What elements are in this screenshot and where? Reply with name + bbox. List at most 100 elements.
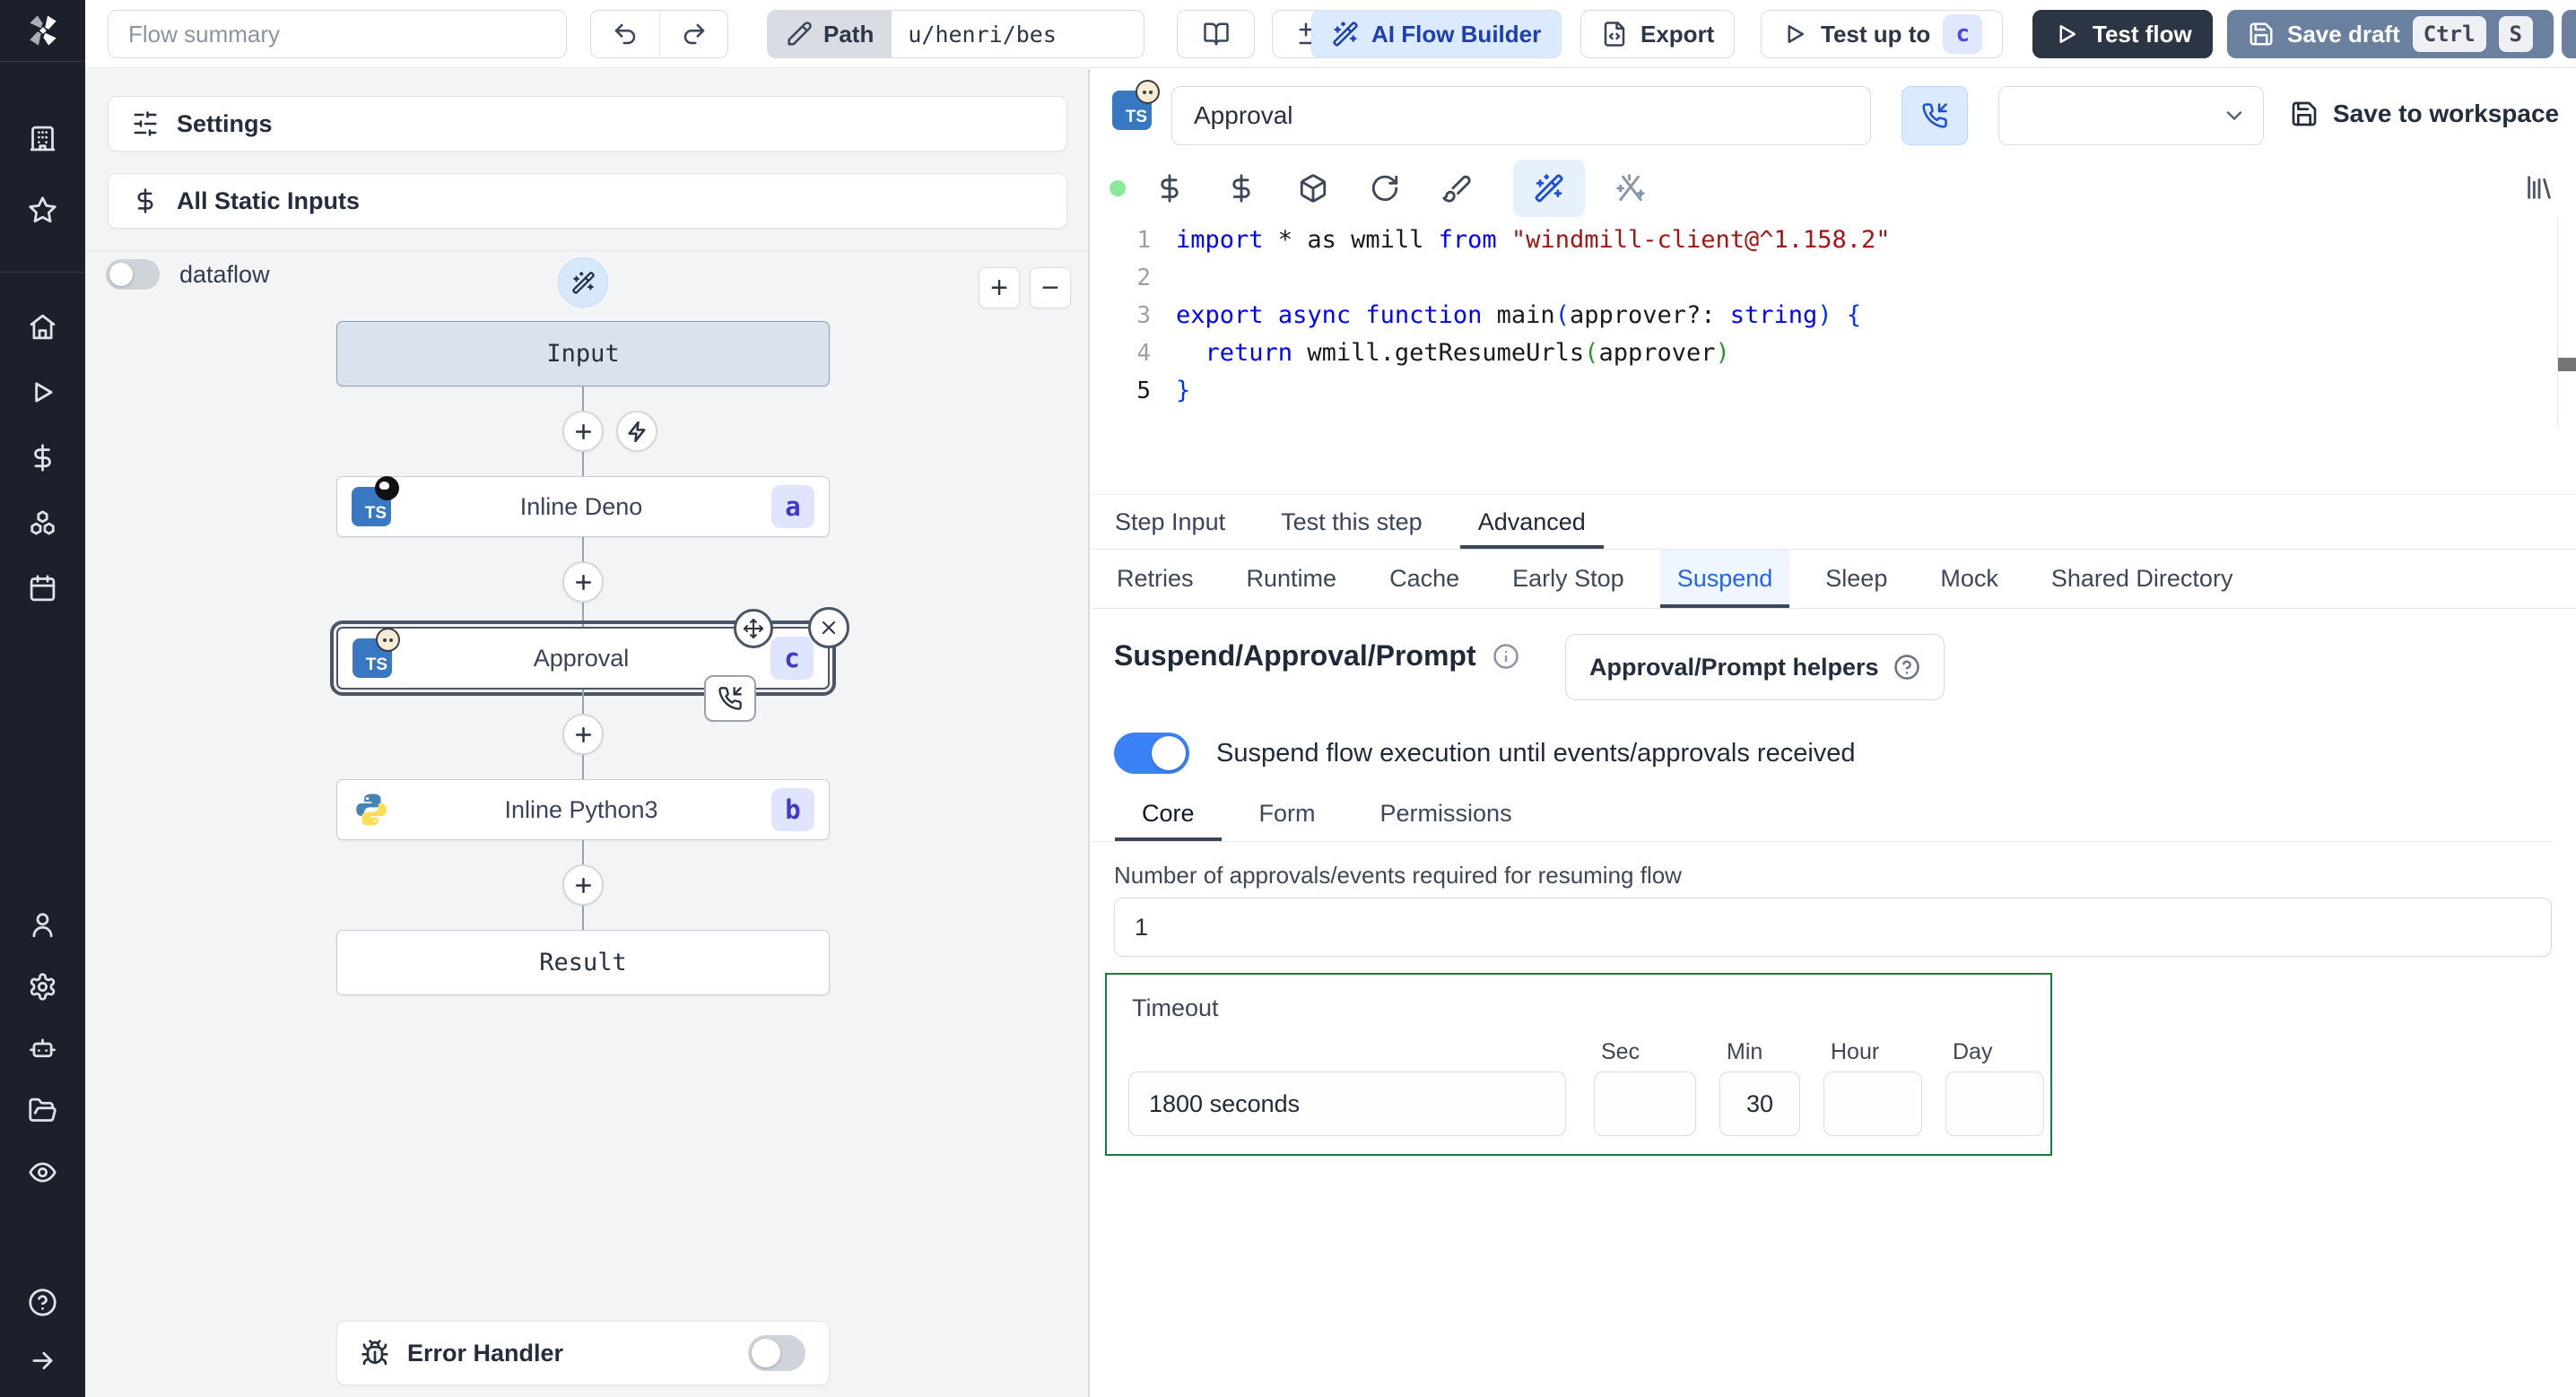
stab-early-stop[interactable]: Early Stop xyxy=(1495,550,1641,608)
graph-ai-button[interactable] xyxy=(558,257,608,308)
flow-summary-input[interactable] xyxy=(108,10,567,58)
flow-step-inline-python3[interactable]: Inline Python3 b xyxy=(336,779,830,840)
insert-step-button[interactable] xyxy=(562,561,604,603)
timeout-day-input[interactable] xyxy=(1945,1072,2044,1136)
timeout-sec-input[interactable] xyxy=(1594,1072,1696,1136)
sidebar-item-bot[interactable] xyxy=(0,1033,85,1063)
approvals-count-input[interactable] xyxy=(1114,898,2552,957)
ctab-core[interactable]: Core xyxy=(1115,786,1222,841)
sidebar-item-folder[interactable] xyxy=(0,1095,85,1125)
sidebar-item-play[interactable] xyxy=(0,377,85,407)
editor-tool-dollar[interactable] xyxy=(1226,160,1257,217)
zoom-in-button[interactable]: + xyxy=(979,267,1020,308)
graph-connector xyxy=(336,386,830,476)
library-icon[interactable] xyxy=(2524,172,2554,203)
ctab-form[interactable]: Form xyxy=(1232,786,1343,841)
undo-button[interactable] xyxy=(591,11,659,57)
editor-tool-brush[interactable] xyxy=(1441,160,1472,217)
test-up-to-button[interactable]: Test up to c xyxy=(1761,10,2004,58)
delete-step-button[interactable] xyxy=(808,607,849,648)
timeout-hour-input[interactable] xyxy=(1823,1072,1922,1136)
stab-sleep[interactable]: Sleep xyxy=(1808,550,1904,608)
error-handler-card[interactable]: Error Handler xyxy=(336,1321,830,1385)
path-button[interactable]: Path u/henri/bes xyxy=(767,10,1144,58)
code-line: return wmill.getResumeUrls(approver) xyxy=(1205,339,1730,367)
editor-tool-package[interactable] xyxy=(1298,160,1328,217)
sidebar-item-settings[interactable] xyxy=(0,971,85,1002)
editor-code: import * as wmill from "windmill-client@… xyxy=(1171,218,2576,426)
suspend-toggle-row: Suspend flow execution until events/appr… xyxy=(1114,733,1856,774)
editor-tool-sparkles[interactable] xyxy=(1615,160,1646,217)
sidebar-item-star[interactable] xyxy=(0,195,85,225)
editor-tool-wand[interactable] xyxy=(1513,160,1585,217)
mtab-advanced[interactable]: Advanced xyxy=(1460,495,1604,549)
sidebar-item-dollar[interactable] xyxy=(0,442,85,473)
flow-step-inline-deno[interactable]: TS Inline Deno a xyxy=(336,476,830,537)
step-title: Inline Python3 xyxy=(504,795,658,823)
step-options-select[interactable] xyxy=(1998,86,2264,145)
mtab-test-this-step[interactable]: Test this step xyxy=(1263,495,1440,549)
language-status-dot xyxy=(1110,180,1126,196)
suspend-toggle[interactable] xyxy=(1114,733,1189,774)
editor-tool-refresh[interactable] xyxy=(1370,160,1400,217)
insert-step-button[interactable] xyxy=(562,714,604,755)
insert-step-button[interactable] xyxy=(562,864,604,906)
error-handler-toggle[interactable] xyxy=(748,1335,805,1371)
save-draft-button[interactable]: Save draft Ctrl S xyxy=(2227,10,2554,58)
info-icon[interactable] xyxy=(1493,643,1519,670)
stab-suspend[interactable]: Suspend xyxy=(1659,550,1790,608)
export-button[interactable]: Export xyxy=(1580,10,1736,58)
approvals-count-label: Number of approvals/events required for … xyxy=(1114,862,1682,889)
move-step-button[interactable] xyxy=(734,609,773,648)
ai-flow-builder-button[interactable]: AI Flow Builder xyxy=(1311,10,1562,58)
mtab-step-input[interactable]: Step Input xyxy=(1097,495,1243,549)
stab-runtime[interactable]: Runtime xyxy=(1230,550,1354,608)
redo-button[interactable] xyxy=(659,11,727,57)
dollar-icon xyxy=(132,187,159,214)
suspend-phone-button[interactable] xyxy=(1902,86,1968,145)
stab-retries[interactable]: Retries xyxy=(1100,550,1211,608)
sidebar-item-calendar[interactable] xyxy=(0,573,85,603)
sidebar-item-collapse[interactable] xyxy=(0,1345,85,1375)
stab-mock[interactable]: Mock xyxy=(1923,550,2015,608)
flow-input-node[interactable]: Input xyxy=(336,321,830,386)
sidebar-item-user[interactable] xyxy=(0,909,85,940)
docs-button[interactable] xyxy=(1177,10,1255,58)
redo-icon xyxy=(681,21,708,48)
stab-shared-directory[interactable]: Shared Directory xyxy=(2034,550,2250,608)
test-flow-button[interactable]: Test flow xyxy=(2032,10,2213,58)
deploy-button-partial[interactable] xyxy=(2562,10,2576,58)
trigger-button[interactable] xyxy=(616,411,657,452)
dataflow-toggle[interactable] xyxy=(106,259,160,290)
test-up-to-step-badge: c xyxy=(1943,14,1983,54)
sidebar-item-building[interactable] xyxy=(0,123,85,153)
advanced-tabs: Retries Runtime Cache Early Stop Suspend Slee… xyxy=(1092,550,2576,609)
step-name-input[interactable] xyxy=(1171,86,1871,145)
flow-result-node[interactable]: Result xyxy=(336,930,830,995)
save-to-workspace-button[interactable]: Save to workspace xyxy=(2290,100,2559,128)
bolt-icon xyxy=(626,421,648,443)
suspend-heading-row: Suspend/Approval/Prompt xyxy=(1114,639,1519,672)
insert-step-button[interactable] xyxy=(562,411,604,452)
timeout-unit-labels: Sec Min Hour Day xyxy=(1594,1039,2044,1065)
zoom-out-button[interactable]: − xyxy=(1030,267,1071,308)
flow-step-approval[interactable]: TS Approval c xyxy=(330,607,849,722)
stab-cache[interactable]: Cache xyxy=(1372,550,1476,608)
minimap-slider[interactable] xyxy=(2558,358,2576,371)
code-editor[interactable]: 1 2 3 4 5 import * as wmill from "windmill-c… xyxy=(1092,218,2576,426)
ctab-permissions[interactable]: Permissions xyxy=(1353,786,1539,841)
sidebar-item-help[interactable] xyxy=(0,1287,85,1317)
sidebar-item-boxes[interactable] xyxy=(0,508,85,538)
timeout-duration-input[interactable] xyxy=(1128,1072,1566,1136)
sidebar-item-eye[interactable] xyxy=(0,1157,85,1187)
chevron-down-icon xyxy=(2222,103,2247,128)
sidebar-item-home[interactable] xyxy=(0,311,85,342)
timeout-min-input[interactable] xyxy=(1719,1072,1800,1136)
helpers-label: Approval/Prompt helpers xyxy=(1589,653,1879,681)
windmill-logo[interactable] xyxy=(0,11,85,50)
all-static-inputs-card[interactable]: All Static Inputs xyxy=(108,173,1067,229)
kbd-s: S xyxy=(2498,16,2533,52)
editor-tool-dollar[interactable] xyxy=(1154,160,1185,217)
approval-prompt-helpers-button[interactable]: Approval/Prompt helpers xyxy=(1565,634,1945,700)
flow-settings-card[interactable]: Settings xyxy=(108,96,1067,152)
